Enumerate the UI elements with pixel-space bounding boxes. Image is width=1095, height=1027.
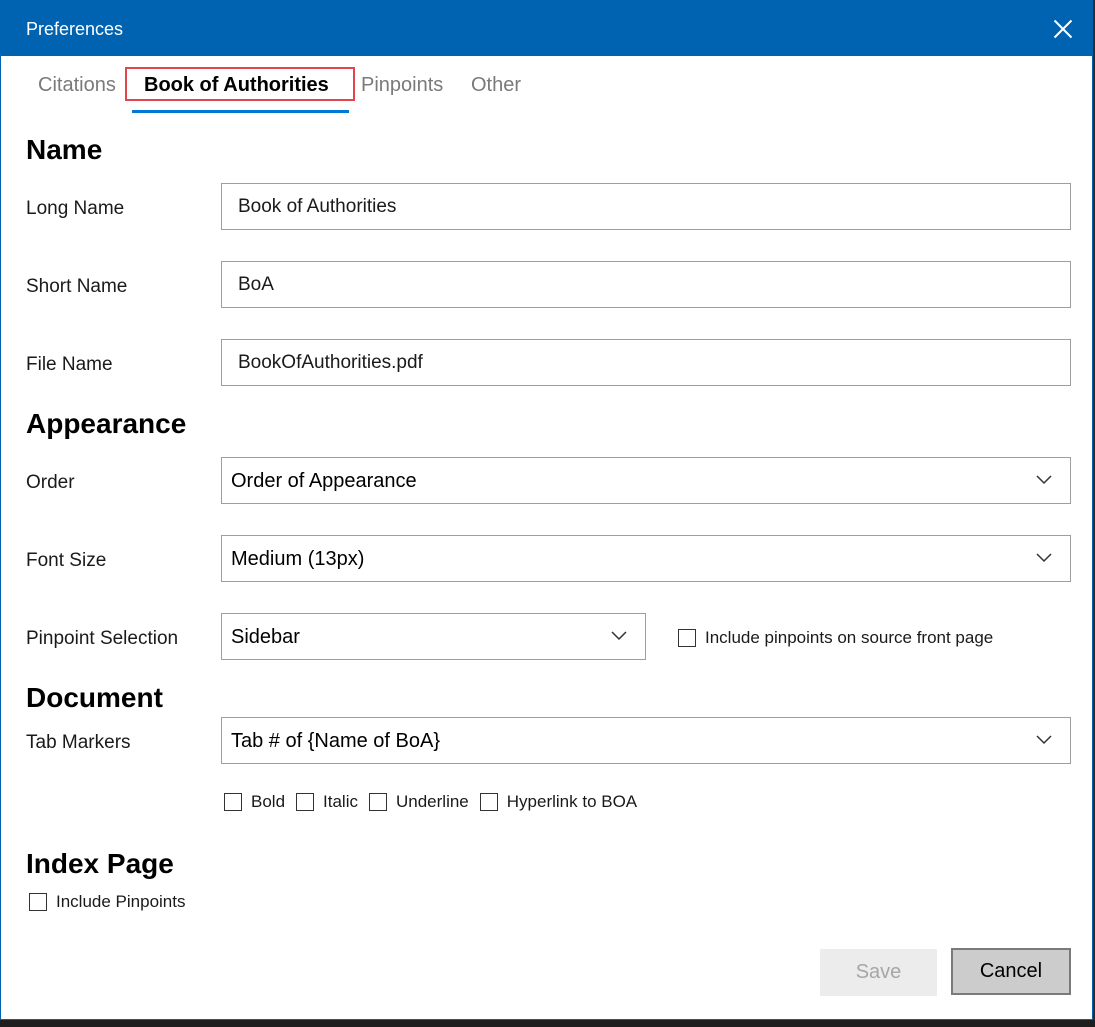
chevron-down-icon xyxy=(611,631,627,641)
title-bar: Preferences xyxy=(1,1,1092,56)
tab-marker-style-row: Bold Italic Underline Hyperlink to BOA xyxy=(224,792,648,812)
tab-bar: Citations Book of Authorities Pinpoints … xyxy=(1,56,1092,116)
pinpoint-selection-label: Pinpoint Selection xyxy=(26,628,179,649)
preferences-dialog: Preferences Citations Book of Authoritie… xyxy=(0,0,1093,1020)
tab-citations[interactable]: Citations xyxy=(38,74,116,97)
bold-label: Bold xyxy=(251,792,286,811)
cancel-button[interactable]: Cancel xyxy=(951,948,1071,995)
font-size-dropdown-value: Medium (13px) xyxy=(231,548,365,570)
tab-book-of-authorities[interactable]: Book of Authorities xyxy=(144,74,329,97)
include-front-page-row: Include pinpoints on source front page xyxy=(678,628,1004,648)
chevron-down-icon xyxy=(1036,735,1052,745)
tab-markers-dropdown[interactable]: Tab # of {Name of BoA} xyxy=(221,717,1071,764)
include-pinpoints-row: Include Pinpoints xyxy=(29,892,196,912)
include-front-page-label: Include pinpoints on source front page xyxy=(705,628,994,647)
order-dropdown-value: Order of Appearance xyxy=(231,470,417,492)
tab-other[interactable]: Other xyxy=(471,74,521,97)
order-dropdown[interactable]: Order of Appearance xyxy=(221,457,1071,504)
section-title-document: Document xyxy=(26,682,163,713)
save-button[interactable]: Save xyxy=(820,949,937,996)
tab-markers-dropdown-value: Tab # of {Name of BoA} xyxy=(231,730,441,752)
active-tab-underline xyxy=(132,110,349,113)
underline-label: Underline xyxy=(396,792,469,811)
file-name-input[interactable]: BookOfAuthorities.pdf xyxy=(221,339,1071,386)
taskbar-strip xyxy=(0,1020,1095,1027)
section-title-appearance: Appearance xyxy=(26,408,187,439)
hyperlink-checkbox[interactable] xyxy=(479,793,498,811)
section-title-index-page: Index Page xyxy=(26,848,174,879)
hyperlink-label: Hyperlink to BOA xyxy=(506,792,638,811)
bold-checkbox[interactable] xyxy=(224,793,242,811)
window-title: Preferences xyxy=(26,19,124,39)
italic-checkbox[interactable] xyxy=(296,793,315,811)
section-title-name: Name xyxy=(26,134,103,165)
file-name-label: File Name xyxy=(26,354,113,375)
font-size-label: Font Size xyxy=(26,550,107,571)
underline-checkbox[interactable] xyxy=(369,793,387,811)
tab-markers-label: Tab Markers xyxy=(26,732,131,753)
include-pinpoints-checkbox[interactable] xyxy=(29,893,47,911)
include-pinpoints-label: Include Pinpoints xyxy=(56,892,186,911)
pinpoint-selection-dropdown-value: Sidebar xyxy=(231,626,300,648)
tab-pinpoints[interactable]: Pinpoints xyxy=(361,74,443,97)
long-name-label: Long Name xyxy=(26,198,125,219)
close-icon[interactable] xyxy=(1042,9,1082,49)
chevron-down-icon xyxy=(1036,553,1052,563)
chevron-down-icon xyxy=(1036,475,1052,485)
include-front-page-checkbox[interactable] xyxy=(678,629,696,647)
order-label: Order xyxy=(26,472,75,493)
font-size-dropdown[interactable]: Medium (13px) xyxy=(221,535,1071,582)
italic-label: Italic xyxy=(323,792,358,811)
pinpoint-selection-dropdown[interactable]: Sidebar xyxy=(221,613,646,660)
long-name-input[interactable]: Book of Authorities xyxy=(221,183,1071,230)
short-name-input[interactable]: BoA xyxy=(221,261,1071,308)
short-name-label: Short Name xyxy=(26,276,128,297)
